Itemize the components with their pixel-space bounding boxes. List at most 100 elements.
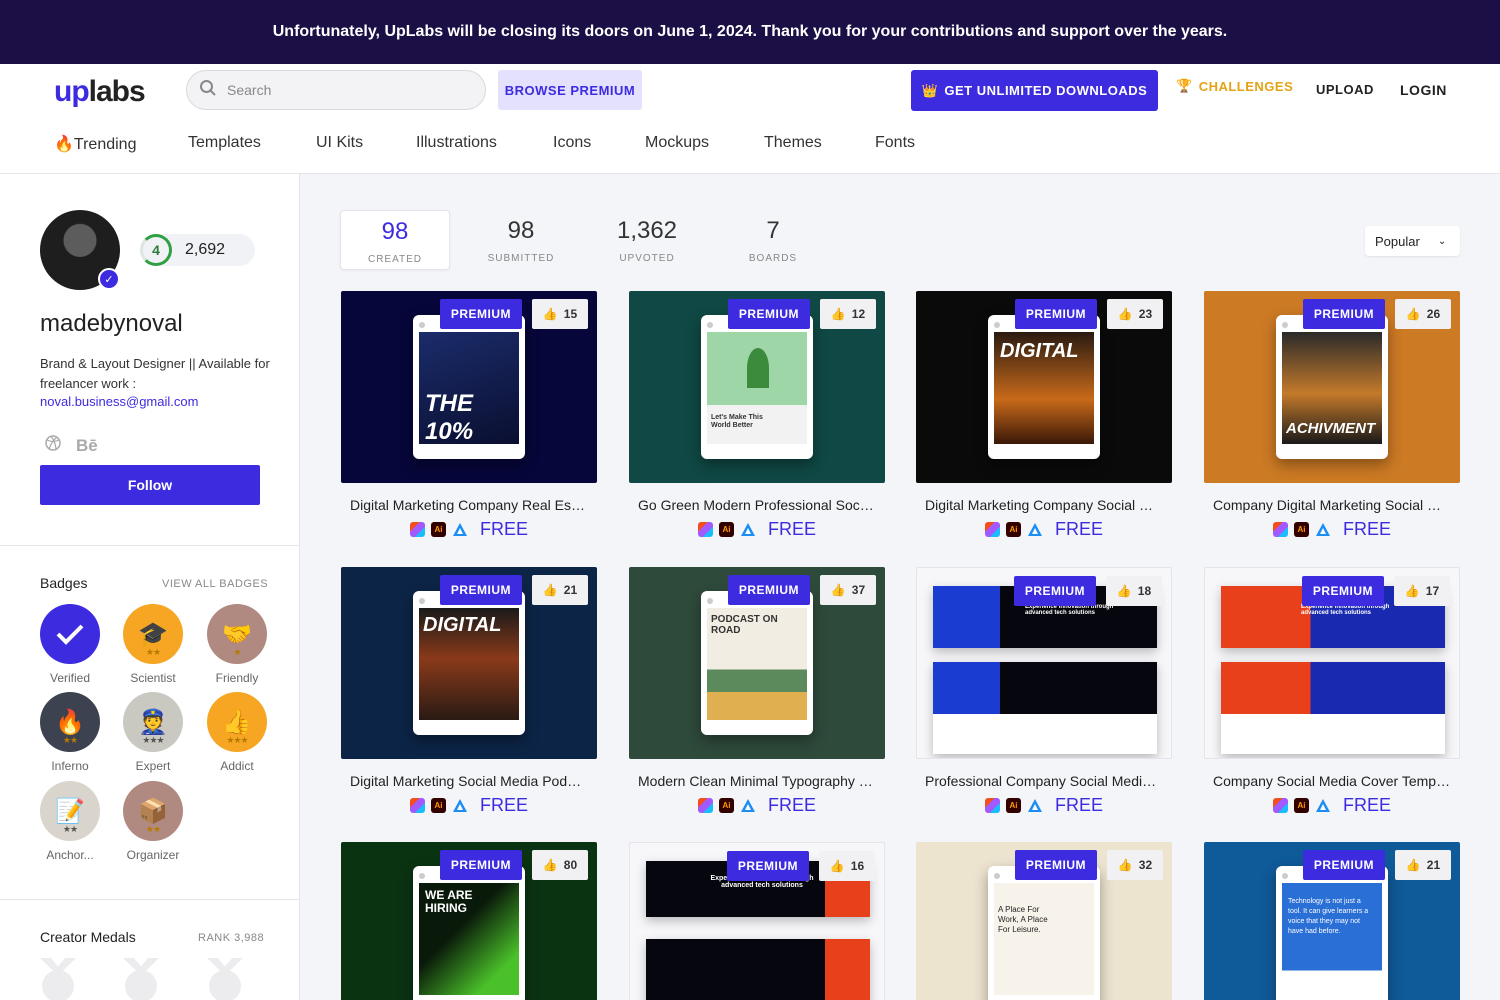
illustrator-icon: Ai bbox=[430, 798, 446, 813]
badge-friendly[interactable]: 🤝 ★ Friendly bbox=[207, 604, 267, 685]
tab-created[interactable]: 98 CREATED bbox=[340, 210, 450, 270]
shot-thumbnail[interactable]: ACHIVMENT PREMIUM 👍 26 bbox=[1204, 291, 1460, 483]
nav-item-themes[interactable]: Themes bbox=[764, 134, 875, 154]
shot-card[interactable]: Experience innovation through advanced t… bbox=[629, 842, 885, 1000]
tab-submitted[interactable]: 98 SUBMITTED bbox=[466, 210, 576, 270]
behance-icon[interactable]: Bē bbox=[76, 436, 98, 456]
shot-title[interactable]: Company Social Media Cover Template bbox=[1204, 773, 1460, 789]
upvote-button[interactable]: 👍 26 bbox=[1395, 299, 1451, 329]
shot-thumbnail[interactable]: PODCAST ON ROAD PREMIUM 👍 37 bbox=[629, 567, 885, 759]
post-mockup: PODCAST ON ROAD bbox=[701, 591, 813, 735]
shot-thumbnail[interactable]: THE 10% PREMIUM 👍 15 bbox=[341, 291, 597, 483]
view-all-badges-link[interactable]: VIEW ALL BADGES bbox=[162, 578, 268, 590]
tab-boards[interactable]: 7 BOARDS bbox=[718, 210, 828, 270]
badge-verified[interactable]: Verified bbox=[40, 604, 100, 685]
post-art-text: THE 10% bbox=[425, 390, 474, 444]
shot-thumbnail[interactable]: WE ARE HIRING PREMIUM 👍 80 bbox=[341, 842, 597, 1000]
nav-item-trending[interactable]: 🔥Trending bbox=[54, 134, 188, 154]
free-label: FREE bbox=[1054, 795, 1103, 815]
crown-icon: 👑 bbox=[921, 82, 939, 98]
shot-card[interactable]: DIGITAL PREMIUM 👍 21 Digital Marketing So… bbox=[341, 567, 597, 816]
upvote-button[interactable]: 👍 15 bbox=[532, 299, 588, 329]
nav-item-templates[interactable]: Templates bbox=[188, 134, 316, 154]
upvote-button[interactable]: 👍 21 bbox=[1395, 850, 1451, 880]
verified-check-icon: ✓ bbox=[98, 268, 120, 290]
affinity-icon bbox=[452, 798, 468, 813]
badge-inferno[interactable]: 🔥 ★★ Inferno bbox=[40, 692, 100, 773]
upvote-button[interactable]: 👍 18 bbox=[1106, 576, 1162, 606]
nav-item-icons[interactable]: Icons bbox=[553, 134, 645, 154]
search-box[interactable] bbox=[186, 70, 486, 110]
upvote-button[interactable]: 👍 23 bbox=[1107, 299, 1163, 329]
upload-link[interactable]: UPLOAD bbox=[1316, 82, 1374, 97]
challenges-link[interactable]: 🏆 CHALLENGES bbox=[1176, 78, 1293, 94]
shot-thumbnail[interactable]: A Place For Work, A Place For Leisure. P… bbox=[916, 842, 1172, 1000]
illustrator-icon: Ai bbox=[1293, 798, 1309, 813]
nav-item-illustrations[interactable]: Illustrations bbox=[416, 134, 553, 154]
free-label: FREE bbox=[479, 519, 528, 539]
nav-item-ui-kits[interactable]: UI Kits bbox=[316, 134, 416, 154]
shot-card[interactable]: PODCAST ON ROAD PREMIUM 👍 37 Modern Clean… bbox=[629, 567, 885, 816]
upvote-button[interactable]: 👍 12 bbox=[820, 299, 876, 329]
badge-addict[interactable]: 👍 ★★★ Addict bbox=[207, 692, 267, 773]
free-label: FREE bbox=[1342, 519, 1391, 539]
login-link[interactable]: LOGIN bbox=[1400, 82, 1447, 98]
shot-thumbnail[interactable]: DIGITAL PREMIUM 👍 23 bbox=[916, 291, 1172, 483]
badge-scientist[interactable]: 🎓 ★★ Scientist bbox=[123, 604, 183, 685]
get-unlimited-downloads-button[interactable]: 👑 GET UNLIMITED DOWNLOADS bbox=[911, 70, 1158, 111]
shot-card[interactable]: ACHIVMENT PREMIUM 👍 26 Company Digital Ma… bbox=[1204, 291, 1460, 540]
shot-thumbnail[interactable]: DIGITAL PREMIUM 👍 21 bbox=[341, 567, 597, 759]
shot-title[interactable]: Modern Clean Minimal Typography Podcast … bbox=[629, 773, 885, 789]
shot-card[interactable]: A Place For Work, A Place For Leisure. P… bbox=[916, 842, 1172, 1000]
shot-meta: Ai FREE bbox=[341, 795, 597, 816]
shot-meta: Ai FREE bbox=[1204, 795, 1460, 816]
shot-thumbnail[interactable]: Experience innovation through advanced t… bbox=[916, 567, 1172, 759]
check-icon bbox=[40, 604, 100, 664]
chevron-down-icon: ⌄ bbox=[1437, 235, 1447, 247]
shot-title[interactable]: Go Green Modern Professional Social Medi… bbox=[629, 497, 885, 513]
dribbble-icon[interactable] bbox=[44, 434, 62, 457]
sort-dropdown[interactable]: Popular ⌄ bbox=[1365, 226, 1460, 256]
shot-card[interactable]: DIGITAL PREMIUM 👍 23 Digital Marketing Co… bbox=[916, 291, 1172, 540]
shot-title[interactable]: Professional Company Social Media Cover … bbox=[916, 773, 1172, 789]
shot-title[interactable]: Digital Marketing Social Media Podcast P… bbox=[341, 773, 597, 789]
shot-card[interactable]: Technology is not just a tool. It can gi… bbox=[1204, 842, 1460, 1000]
upvote-button[interactable]: 👍 80 bbox=[532, 850, 588, 880]
shot-thumbnail[interactable]: Technology is not just a tool. It can gi… bbox=[1204, 842, 1460, 1000]
badge-anchor[interactable]: 📝 ★★ Anchor... bbox=[40, 781, 100, 862]
thumbs-up-icon: 👍 bbox=[542, 583, 558, 597]
shot-card[interactable]: Let's Make This World Better PREMIUM 👍 12… bbox=[629, 291, 885, 540]
badge-organizer[interactable]: 📦 ★★ Organizer bbox=[123, 781, 183, 862]
nav-item-fonts[interactable]: Fonts bbox=[875, 134, 915, 154]
thumbs-up-icon: 👍 bbox=[542, 858, 558, 872]
upvote-button[interactable]: 👍 21 bbox=[532, 575, 588, 605]
upvote-button[interactable]: 👍 37 bbox=[820, 575, 876, 605]
shot-card[interactable]: Experience innovation through advanced t… bbox=[1204, 567, 1460, 816]
nav-item-mockups[interactable]: Mockups bbox=[645, 134, 764, 154]
upvote-button[interactable]: 👍 16 bbox=[819, 851, 875, 881]
follow-button[interactable]: Follow bbox=[40, 465, 260, 505]
thumbs-up-icon: 👍 bbox=[1405, 858, 1421, 872]
shot-thumbnail[interactable]: Let's Make This World Better PREMIUM 👍 12 bbox=[629, 291, 885, 483]
shot-title[interactable]: Company Digital Marketing Social Media P… bbox=[1204, 497, 1460, 513]
medal-icon bbox=[123, 958, 159, 1000]
email-link[interactable]: noval.business@gmail.com bbox=[40, 394, 198, 409]
post-mockup: DIGITAL bbox=[413, 591, 525, 735]
shot-card[interactable]: THE 10% PREMIUM 👍 15 Digital Marketing Co… bbox=[341, 291, 597, 540]
illustrator-icon: Ai bbox=[1293, 522, 1309, 537]
shot-thumbnail[interactable]: Experience innovation through advanced t… bbox=[629, 842, 885, 1000]
profile-sidebar: ✓ 4 2,692 madebynoval Brand & Layout Des… bbox=[0, 174, 300, 1000]
shot-card[interactable]: WE ARE HIRING PREMIUM 👍 80 bbox=[341, 842, 597, 1000]
badge-expert[interactable]: 👮 ★★★ Expert bbox=[123, 692, 183, 773]
shot-title[interactable]: Digital Marketing Company Social Media P… bbox=[916, 497, 1172, 513]
tab-upvoted[interactable]: 1,362 UPVOTED bbox=[592, 210, 702, 270]
free-label: FREE bbox=[1054, 519, 1103, 539]
upvote-button[interactable]: 👍 17 bbox=[1394, 576, 1450, 606]
uplabs-logo[interactable]: uplabs bbox=[54, 75, 146, 109]
upvote-button[interactable]: 👍 32 bbox=[1107, 850, 1163, 880]
browse-premium-button[interactable]: BROWSE PREMIUM bbox=[498, 70, 642, 110]
shot-title[interactable]: Digital Marketing Company Real Estate So… bbox=[341, 497, 597, 513]
shot-thumbnail[interactable]: Experience innovation through advanced t… bbox=[1204, 567, 1460, 759]
shot-card[interactable]: Experience innovation through advanced t… bbox=[916, 567, 1172, 816]
search-input[interactable] bbox=[227, 82, 467, 98]
